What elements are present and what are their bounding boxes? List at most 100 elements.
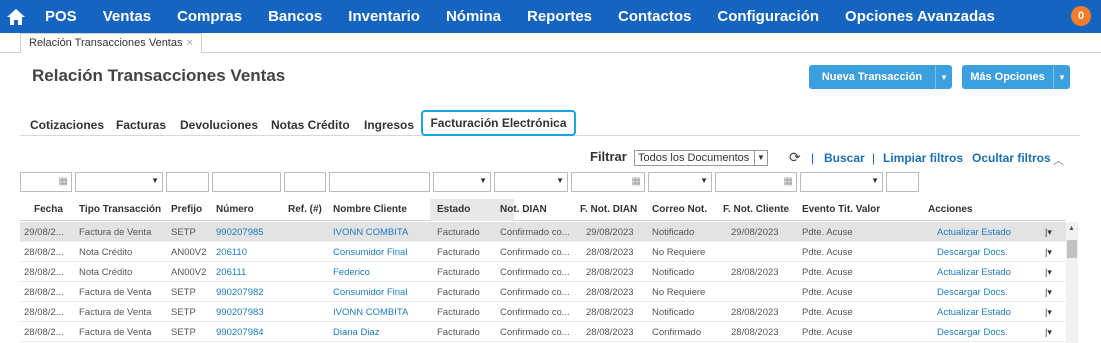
close-icon[interactable]: × — [186, 37, 192, 49]
nav-pos[interactable]: POS — [32, 0, 90, 33]
scroll-up-icon[interactable]: ▲ — [1068, 225, 1075, 232]
chevron-down-icon[interactable]: ▼ — [479, 176, 487, 185]
header-correo[interactable]: Correo Not. — [652, 204, 707, 215]
calendar-icon[interactable]: ▦ — [784, 176, 793, 187]
tab-facturacion-electronica[interactable]: Facturación Electrónica — [421, 110, 576, 136]
cell-accion[interactable]: Actualizar Estado — [937, 267, 1011, 278]
calendar-icon[interactable]: ▦ — [632, 176, 641, 187]
cell-accion[interactable]: Descargar Docs. — [937, 247, 1008, 258]
nav-contactos[interactable]: Contactos — [605, 0, 704, 33]
header-f-not-cliente[interactable]: F. Not. Cliente — [723, 204, 789, 215]
chevron-down-icon[interactable]: ▼ — [700, 176, 708, 185]
header-f-not-dian[interactable]: F. Not. DIAN — [580, 204, 637, 215]
row-actions-menu-icon[interactable]: |▾ — [1045, 227, 1052, 238]
filter-not-dian[interactable]: ▼ — [494, 172, 568, 192]
home-icon[interactable] — [0, 0, 32, 33]
cell-cliente[interactable]: Federico — [333, 267, 370, 278]
filter-ref[interactable] — [284, 172, 326, 192]
filter-estado[interactable]: ▼ — [433, 172, 491, 192]
buscar-link[interactable]: Buscar — [824, 151, 865, 165]
chevron-down-icon[interactable]: ▼ — [151, 176, 159, 185]
filter-correo[interactable]: ▼ — [648, 172, 712, 192]
row-actions-menu-icon[interactable]: |▾ — [1045, 327, 1052, 338]
header-tipo[interactable]: Tipo Transacción — [79, 204, 161, 215]
table-row[interactable]: 28/08/2... Factura de Venta SETP 990207982 C… — [20, 282, 1066, 302]
filter-evento[interactable]: ▼ — [800, 172, 883, 192]
cell-accion[interactable]: Actualizar Estado — [937, 227, 1011, 238]
cell-accion[interactable]: Descargar Docs. — [937, 327, 1008, 338]
header-cliente[interactable]: Nombre Cliente — [333, 204, 407, 215]
filter-acciones[interactable] — [886, 172, 919, 192]
header-ref[interactable]: Ref. (#) — [288, 204, 322, 215]
cell-numero[interactable]: 990207985 — [216, 227, 264, 238]
filter-prefijo[interactable] — [166, 172, 209, 192]
nav-inventario[interactable]: Inventario — [335, 0, 433, 33]
limpiar-filtros-link[interactable]: Limpiar filtros — [883, 151, 963, 165]
nav-reportes[interactable]: Reportes — [514, 0, 605, 33]
nav-opciones-avanzadas[interactable]: Opciones Avanzadas — [832, 0, 1008, 33]
cell-numero[interactable]: 990207984 — [216, 327, 264, 338]
document-filter-select[interactable]: Todos los Documentos ▼ — [634, 150, 768, 166]
calendar-icon[interactable]: ▦ — [59, 176, 68, 187]
refresh-icon[interactable]: ⟳ — [789, 149, 801, 166]
table-row[interactable]: 28/08/2... Factura de Venta SETP 990207984 D… — [20, 322, 1066, 342]
filter-f-not-dian[interactable]: ▦ — [571, 172, 645, 192]
table-row[interactable]: 28/08/2... Nota Crédito AN00V2 206111 Federi… — [20, 262, 1066, 282]
chevron-down-icon[interactable]: ▼ — [1054, 73, 1070, 82]
cell-numero[interactable]: 206111 — [216, 267, 246, 278]
nav-nomina[interactable]: Nómina — [433, 0, 514, 33]
header-numero[interactable]: Número — [216, 204, 254, 215]
cell-fecha: 28/08/2... — [24, 327, 64, 338]
mas-opciones-button[interactable]: Más Opciones ▼ — [962, 65, 1070, 89]
row-actions-menu-icon[interactable]: |▾ — [1045, 307, 1052, 318]
table-row[interactable]: 28/08/2... Factura de Venta SETP 990207983 I… — [20, 302, 1066, 322]
chevron-down-icon[interactable]: ▼ — [556, 176, 564, 185]
cell-cliente[interactable]: IVONN COMBITA — [333, 227, 408, 238]
filter-tipo[interactable]: ▼ — [75, 172, 163, 192]
tab-cotizaciones[interactable]: Cotizaciones — [30, 118, 104, 132]
cell-accion[interactable]: Actualizar Estado — [937, 307, 1011, 318]
cell-cliente[interactable]: IVONN COMBITA — [333, 307, 408, 318]
chevron-down-icon[interactable]: ▼ — [936, 73, 952, 82]
tab-facturas[interactable]: Facturas — [116, 118, 166, 132]
cell-numero[interactable]: 990207983 — [216, 307, 264, 318]
cell-numero[interactable]: 206110 — [216, 247, 247, 258]
cell-numero[interactable]: 990207982 — [216, 287, 264, 298]
filter-numero[interactable] — [212, 172, 281, 192]
chevron-down-icon[interactable]: ▼ — [871, 176, 879, 185]
row-actions-menu-icon[interactable]: |▾ — [1045, 247, 1052, 258]
document-tab[interactable]: Relación Transacciones Ventas × — [20, 33, 202, 53]
cell-accion[interactable]: Descargar Docs. — [937, 287, 1008, 298]
header-not-dian[interactable]: Not. DIAN — [500, 204, 547, 215]
tab-ingresos[interactable]: Ingresos — [364, 118, 414, 132]
table-row[interactable]: 28/08/2... Nota Crédito AN00V2 206110 Consum… — [20, 242, 1066, 262]
nav-bancos[interactable]: Bancos — [255, 0, 335, 33]
header-fecha[interactable]: Fecha — [34, 204, 63, 215]
chevron-up-icon[interactable]: ︿ — [1053, 152, 1064, 168]
row-actions-menu-icon[interactable]: |▾ — [1045, 267, 1052, 278]
filter-cliente[interactable] — [329, 172, 430, 192]
nav-ventas[interactable]: Ventas — [90, 0, 164, 33]
row-actions-menu-icon[interactable]: |▾ — [1045, 287, 1052, 298]
header-prefijo[interactable]: Prefijo — [171, 204, 202, 215]
ocultar-filtros-link[interactable]: Ocultar filtros — [972, 151, 1051, 165]
notification-badge[interactable]: 0 — [1071, 6, 1091, 26]
cell-cliente[interactable]: Consumidor Final — [333, 247, 407, 258]
cell-cliente[interactable]: Diana Diaz — [333, 327, 379, 338]
vertical-scrollbar[interactable]: ▲ — [1066, 222, 1078, 343]
nav-configuracion[interactable]: Configuración — [704, 0, 832, 33]
header-estado[interactable]: Estado — [437, 204, 470, 215]
nueva-transaccion-label[interactable]: Nueva Transacción — [809, 65, 936, 89]
nueva-transaccion-button[interactable]: Nueva Transacción ▼ — [809, 65, 952, 89]
mas-opciones-label[interactable]: Más Opciones — [962, 65, 1054, 89]
chevron-down-icon[interactable]: ▼ — [754, 151, 767, 165]
tab-devoluciones[interactable]: Devoluciones — [180, 118, 258, 132]
header-evento[interactable]: Evento Tit. Valor — [802, 204, 880, 215]
nav-compras[interactable]: Compras — [164, 0, 255, 33]
tab-notas-credito[interactable]: Notas Crédito — [271, 118, 350, 132]
filter-f-not-cliente[interactable]: ▦ — [715, 172, 797, 192]
cell-cliente[interactable]: Consumidor Final — [333, 287, 407, 298]
filter-fecha[interactable]: ▦ — [20, 172, 72, 192]
table-row[interactable]: 29/08/2... Factura de Venta SETP 990207985 I… — [20, 222, 1066, 242]
scrollbar-thumb[interactable] — [1067, 240, 1077, 258]
